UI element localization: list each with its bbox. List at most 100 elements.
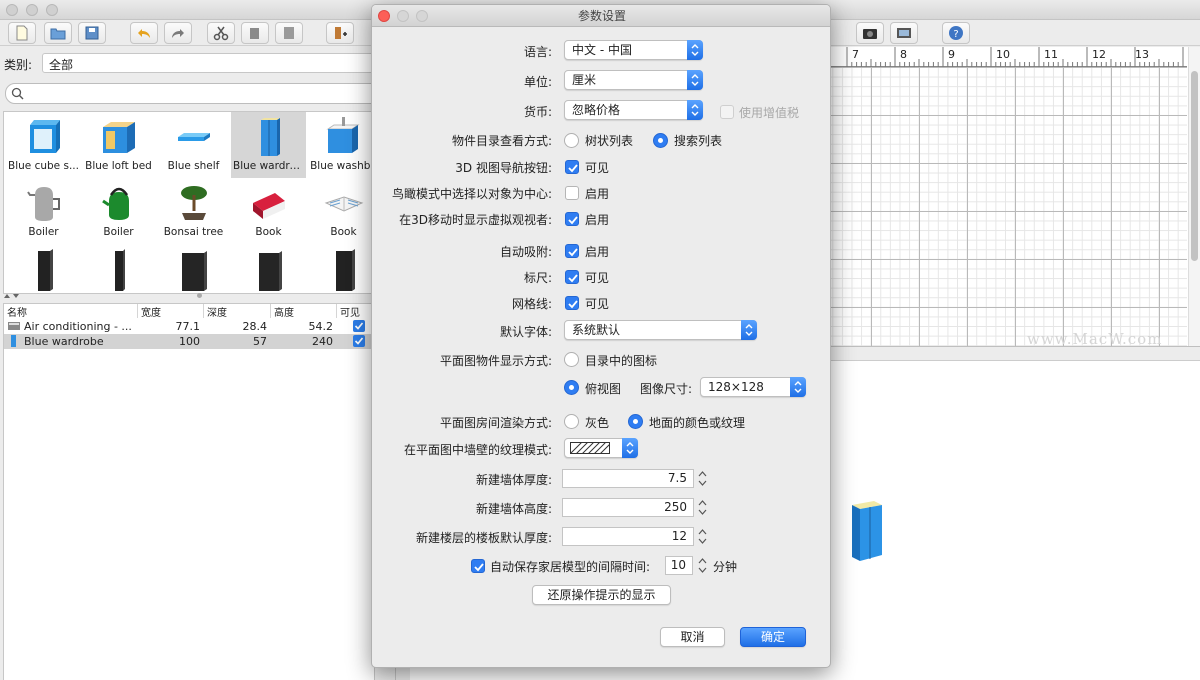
magnetism-checkbox[interactable]	[565, 244, 579, 258]
plan-vertical-scrollbar[interactable]	[1188, 47, 1200, 346]
autosave-stepper[interactable]	[697, 556, 708, 575]
new-file-icon	[16, 25, 28, 41]
catalog-item[interactable]: Boiler	[81, 178, 156, 244]
undo-button[interactable]	[130, 22, 158, 44]
close-light[interactable]	[6, 4, 18, 16]
scrollbar-thumb[interactable]	[1191, 71, 1198, 261]
help-button[interactable]: ?	[942, 22, 970, 44]
save-icon	[85, 26, 99, 40]
ruler-label: 12	[1092, 48, 1106, 61]
column-header-depth[interactable]: 深度	[204, 304, 271, 319]
loft-bed-icon	[102, 122, 135, 153]
column-header-name[interactable]: 名称	[4, 304, 138, 319]
wall-height-stepper[interactable]	[697, 498, 708, 517]
rulers-checkbox[interactable]	[565, 270, 579, 284]
nav-buttons-label: 3D 视图导航按钮:	[455, 161, 552, 175]
paste-button[interactable]	[275, 22, 303, 44]
blue-cube-shelf-icon	[29, 120, 60, 153]
virtual-visitor-label: 在3D移动时显示虚拟观视者:	[399, 213, 552, 227]
row-visible-checkbox[interactable]	[353, 320, 365, 332]
image-size-select[interactable]: 128×128	[700, 377, 806, 397]
floor-color-radio[interactable]	[628, 414, 643, 429]
create-video-button[interactable]	[890, 22, 918, 44]
floor-thickness-input[interactable]: 12	[562, 527, 694, 546]
autosave-interval-input[interactable]: 10	[665, 556, 693, 575]
black-cabinet-icon	[37, 249, 53, 291]
black-cabinet-icon	[114, 249, 125, 291]
catalog-item[interactable]: Book	[306, 178, 374, 244]
category-select[interactable]: 全部	[42, 53, 394, 73]
autosave-checkbox[interactable]	[471, 559, 485, 573]
aerial-center-option: 启用	[585, 187, 610, 201]
table-row[interactable]: Air conditioning - ... 77.1 28.4 54.2	[4, 319, 374, 334]
cancel-button[interactable]: 取消	[660, 627, 725, 647]
wall-pattern-select[interactable]	[564, 438, 638, 458]
aerial-center-label: 鸟瞰模式中选择以对象为中心:	[391, 187, 552, 201]
ok-button[interactable]: 确定	[740, 627, 806, 647]
redo-button[interactable]	[164, 22, 192, 44]
popup-arrows-icon	[687, 100, 703, 120]
search-list-radio[interactable]	[653, 133, 668, 148]
wall-height-input[interactable]: 250	[562, 498, 694, 517]
column-header-width[interactable]: 宽度	[138, 304, 204, 319]
catalog-item[interactable]	[6, 244, 81, 293]
grid-checkbox[interactable]	[565, 296, 579, 310]
save-button[interactable]	[78, 22, 106, 44]
search-input[interactable]	[5, 83, 395, 104]
catalog-item[interactable]: Blue loft bed	[81, 112, 156, 178]
image-size-label: 图像尺寸:	[640, 382, 693, 396]
catalog-icon-radio[interactable]	[564, 352, 579, 367]
checkmark-icon	[568, 300, 578, 309]
vat-checkbox[interactable]	[720, 105, 734, 119]
catalog-item[interactable]	[156, 244, 231, 293]
nav-buttons-checkbox[interactable]	[565, 160, 579, 174]
catalog-item[interactable]	[306, 244, 374, 293]
column-header-visible[interactable]: 可见	[337, 304, 374, 319]
catalog-item[interactable]: Blue cube s...	[6, 112, 81, 178]
panel-split-handle[interactable]	[0, 292, 396, 301]
row-visible-checkbox[interactable]	[353, 335, 365, 347]
vat-label: 使用增值税	[739, 106, 800, 120]
catalog-item[interactable]: Blue shelf	[156, 112, 231, 178]
wall-thickness-stepper[interactable]	[697, 469, 708, 488]
virtual-visitor-checkbox[interactable]	[565, 212, 579, 226]
row-name: Air conditioning - ...	[24, 320, 132, 333]
table-row-selected[interactable]: Blue wardrobe 100 57 240	[4, 334, 374, 349]
default-font-select[interactable]: 系统默认	[564, 320, 757, 340]
unit-select[interactable]: 厘米	[564, 70, 703, 90]
new-home-button[interactable]	[8, 22, 36, 44]
catalog-item[interactable]: Boiler	[6, 178, 81, 244]
catalog-item[interactable]: Blue washba	[306, 112, 375, 178]
open-button[interactable]	[44, 22, 72, 44]
image-size-value: 128×128	[708, 380, 764, 394]
wall-thickness-input[interactable]: 7.5	[562, 469, 694, 488]
gray-radio[interactable]	[564, 414, 579, 429]
language-select[interactable]: 中文 - 中国	[564, 40, 703, 60]
catalog-item[interactable]: Book	[231, 178, 306, 244]
floor-thickness-label: 新建楼层的楼板默认厚度:	[415, 531, 552, 545]
currency-select[interactable]: 忽略价格	[564, 100, 703, 120]
zoom-light[interactable]	[46, 4, 58, 16]
add-furniture-button[interactable]	[326, 22, 354, 44]
reset-tips-button[interactable]: 还原操作提示的显示	[532, 585, 671, 605]
minimize-light[interactable]	[26, 4, 38, 16]
catalog-item[interactable]	[231, 244, 306, 293]
floor-thickness-stepper[interactable]	[697, 527, 708, 546]
column-header-height[interactable]: 高度	[271, 304, 337, 319]
top-view-radio[interactable]	[564, 380, 579, 395]
dialog-close-button[interactable]	[378, 10, 390, 22]
catalog-item-selected[interactable]: Blue wardro...	[231, 112, 306, 178]
copy-button[interactable]	[241, 22, 269, 44]
aerial-center-checkbox[interactable]	[565, 186, 579, 200]
row-width: 77.1	[175, 320, 201, 333]
cut-button[interactable]	[207, 22, 235, 44]
catalog-item[interactable]: Bonsai tree	[156, 178, 231, 244]
catalog-item[interactable]	[81, 244, 156, 293]
redo-icon	[172, 29, 184, 38]
floor-color-label: 地面的颜色或纹理	[649, 416, 746, 430]
catalog-item-label: Blue washba	[310, 160, 375, 172]
create-photo-button[interactable]	[856, 22, 884, 44]
wall-thickness-label: 新建墙体厚度:	[475, 473, 552, 487]
tree-list-radio[interactable]	[564, 133, 579, 148]
dialog-title-text: 参数设置	[577, 9, 626, 23]
